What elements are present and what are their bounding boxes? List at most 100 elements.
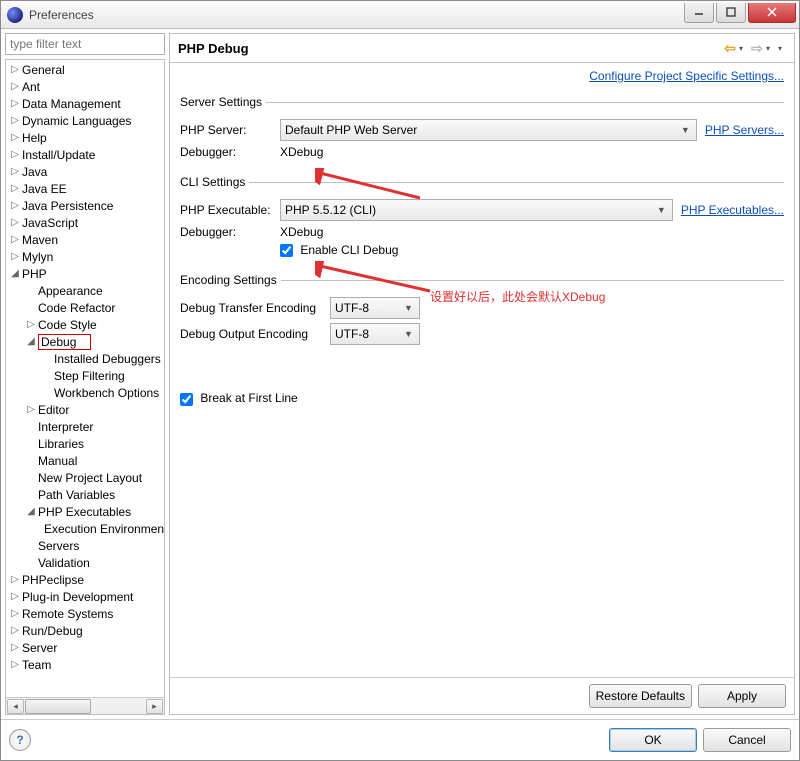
tree-item[interactable]: Code Refactor xyxy=(6,299,164,316)
tree-item[interactable]: ▷Run/Debug xyxy=(6,622,164,639)
tree-item[interactable]: ▷Ant xyxy=(6,78,164,95)
cli-debugger-value: XDebug xyxy=(280,225,323,239)
tree-item[interactable]: ◢Debug xyxy=(6,333,164,350)
scroll-right-icon[interactable]: ▸ xyxy=(146,699,163,714)
window-title: Preferences xyxy=(29,8,682,22)
tree-item-label: Manual xyxy=(38,454,77,468)
tree-item[interactable]: Installed Debuggers xyxy=(6,350,164,367)
scroll-thumb[interactable] xyxy=(25,699,91,714)
transfer-encoding-combo[interactable]: UTF-8 ▼ xyxy=(330,297,420,319)
tree-item[interactable]: Servers xyxy=(6,537,164,554)
tree-item-label: Code Refactor xyxy=(38,301,115,315)
annotation-arrow-icon xyxy=(315,261,435,295)
tree-item[interactable]: Validation xyxy=(6,554,164,571)
tree-collapsed-icon: ▷ xyxy=(10,574,20,585)
scroll-left-icon[interactable]: ◂ xyxy=(7,699,24,714)
apply-button[interactable]: Apply xyxy=(698,684,786,708)
annotation-arrow-icon xyxy=(315,168,425,203)
php-executable-label: PHP Executable: xyxy=(180,204,280,217)
tree-item[interactable]: Workbench Options xyxy=(6,384,164,401)
tree-item-label: Server xyxy=(22,641,57,655)
tree-collapsed-icon: ▷ xyxy=(10,200,20,211)
restore-defaults-button[interactable]: Restore Defaults xyxy=(589,684,692,708)
titlebar: Preferences xyxy=(1,1,799,29)
help-icon: ? xyxy=(16,733,23,747)
configure-project-link[interactable]: Configure Project Specific Settings... xyxy=(589,69,784,83)
tree-item[interactable]: ▷Help xyxy=(6,129,164,146)
tree-item[interactable]: Step Filtering xyxy=(6,367,164,384)
server-debugger-value: XDebug xyxy=(280,145,323,159)
enable-cli-debug-checkbox[interactable]: Enable CLI Debug xyxy=(280,243,398,257)
chevron-down-icon: ▾ xyxy=(739,44,743,53)
tree-item[interactable]: Interpreter xyxy=(6,418,164,435)
arrow-forward-icon: ⇨ xyxy=(749,40,765,56)
ok-button[interactable]: OK xyxy=(609,728,697,752)
tree-item-label: JavaScript xyxy=(22,216,78,230)
tree-item[interactable]: ▷PHPeclipse xyxy=(6,571,164,588)
tree-item[interactable]: ▷JavaScript xyxy=(6,214,164,231)
tree-item[interactable]: Path Variables xyxy=(6,486,164,503)
maximize-button[interactable] xyxy=(716,3,746,23)
php-servers-link[interactable]: PHP Servers... xyxy=(705,123,784,137)
tree-item[interactable]: Libraries xyxy=(6,435,164,452)
tree-item[interactable]: ▷Data Management xyxy=(6,95,164,112)
tree-item[interactable]: ▷Team xyxy=(6,656,164,673)
tree-item[interactable]: ▷General xyxy=(6,61,164,78)
chevron-down-icon: ▾ xyxy=(776,44,784,53)
close-button[interactable] xyxy=(748,3,796,23)
tree-item[interactable]: ▷Install/Update xyxy=(6,146,164,163)
tree-collapsed-icon: ▷ xyxy=(10,115,20,126)
filter-input[interactable] xyxy=(5,33,165,55)
tree-item[interactable]: New Project Layout xyxy=(6,469,164,486)
tree-item-label: PHP Executables xyxy=(38,505,131,519)
tree-collapsed-icon: ▷ xyxy=(26,319,36,330)
preferences-tree[interactable]: ▷General▷Ant▷Data Management▷Dynamic Lan… xyxy=(6,60,164,697)
php-executables-link[interactable]: PHP Executables... xyxy=(681,203,784,217)
tree-item-label: Installed Debuggers xyxy=(54,352,161,366)
output-encoding-combo[interactable]: UTF-8 ▼ xyxy=(330,323,420,345)
tree-item-label: Appearance xyxy=(38,284,103,298)
tree-item[interactable]: ▷Remote Systems xyxy=(6,605,164,622)
tree-item[interactable]: ▷Java Persistence xyxy=(6,197,164,214)
php-server-combo[interactable]: Default PHP Web Server ▼ xyxy=(280,119,697,141)
nav-forward-button[interactable]: ⇨ ▾ xyxy=(747,40,772,56)
tree-item[interactable]: ▷Dynamic Languages xyxy=(6,112,164,129)
tree-item[interactable]: ▷Java EE xyxy=(6,180,164,197)
tree-collapsed-icon: ▷ xyxy=(10,81,20,92)
encoding-settings-group: Encoding Settings Debug Transfer Encodin… xyxy=(180,273,784,349)
content-footer: Restore Defaults Apply xyxy=(170,677,794,714)
tree-item-label: Plug-in Development xyxy=(22,590,133,604)
tree-item[interactable]: ▷Plug-in Development xyxy=(6,588,164,605)
tree-item-label: PHP xyxy=(22,267,47,281)
tree-item[interactable]: ▷Maven xyxy=(6,231,164,248)
page-menu-button[interactable]: ▾ xyxy=(774,40,786,56)
tree-item[interactable]: ▷Mylyn xyxy=(6,248,164,265)
tree-collapsed-icon: ▷ xyxy=(10,251,20,262)
tree-item[interactable]: Manual xyxy=(6,452,164,469)
scroll-track[interactable] xyxy=(25,699,145,714)
tree-item[interactable]: ◢PHP xyxy=(6,265,164,282)
tree-item[interactable]: Appearance xyxy=(6,282,164,299)
output-encoding-value: UTF-8 xyxy=(335,327,369,341)
tree-item[interactable]: ▷Server xyxy=(6,639,164,656)
tree-item[interactable]: ▷Editor xyxy=(6,401,164,418)
dialog-footer: ? OK Cancel xyxy=(1,719,799,760)
nav-back-button[interactable]: ⇦ ▾ xyxy=(720,40,745,56)
tree-item[interactable]: ▷Code Style xyxy=(6,316,164,333)
tree-item-label: Path Variables xyxy=(38,488,115,502)
window-controls xyxy=(682,3,796,23)
chevron-down-icon: ▼ xyxy=(653,202,670,218)
tree-item-label: Validation xyxy=(38,556,90,570)
tree-item[interactable]: Execution Environments xyxy=(6,520,164,537)
minimize-button[interactable] xyxy=(684,3,714,23)
help-button[interactable]: ? xyxy=(9,729,31,751)
tree-collapsed-icon: ▷ xyxy=(10,98,20,109)
tree-item[interactable]: ◢PHP Executables xyxy=(6,503,164,520)
tree-h-scrollbar[interactable]: ◂ ▸ xyxy=(6,697,164,714)
tree-item-label: Code Style xyxy=(38,318,97,332)
tree-item[interactable]: ▷Java xyxy=(6,163,164,180)
server-settings-legend: Server Settings xyxy=(180,95,266,109)
cancel-button[interactable]: Cancel xyxy=(703,728,791,752)
tree-collapsed-icon: ▷ xyxy=(10,132,20,143)
break-first-line-checkbox[interactable]: Break at First Line xyxy=(180,391,298,405)
